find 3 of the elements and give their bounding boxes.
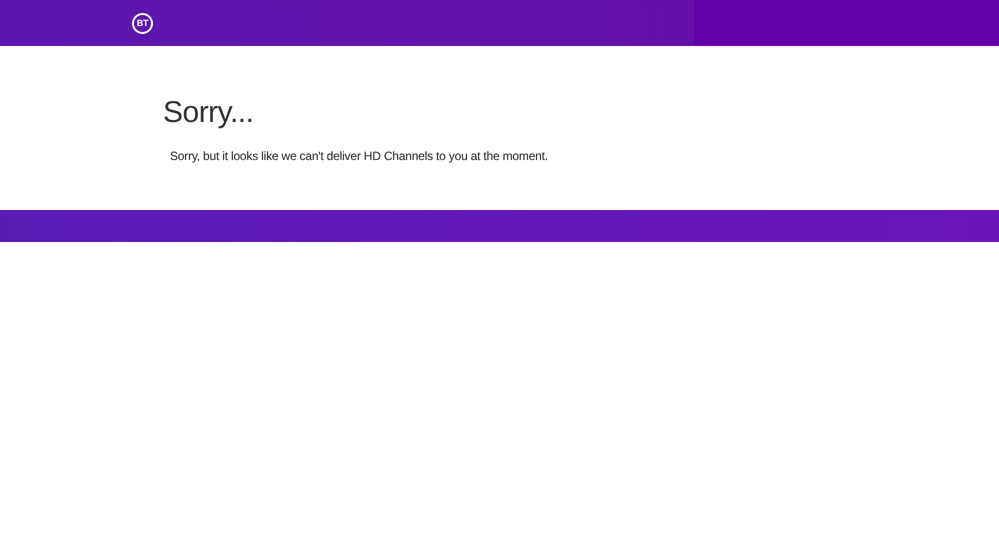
message-text: Sorry, but it looks like we can't deliver HD Channels to you at the moment.	[170, 149, 549, 163]
page-title: Sorry...	[163, 96, 254, 130]
logo[interactable]: BT	[132, 12, 153, 34]
